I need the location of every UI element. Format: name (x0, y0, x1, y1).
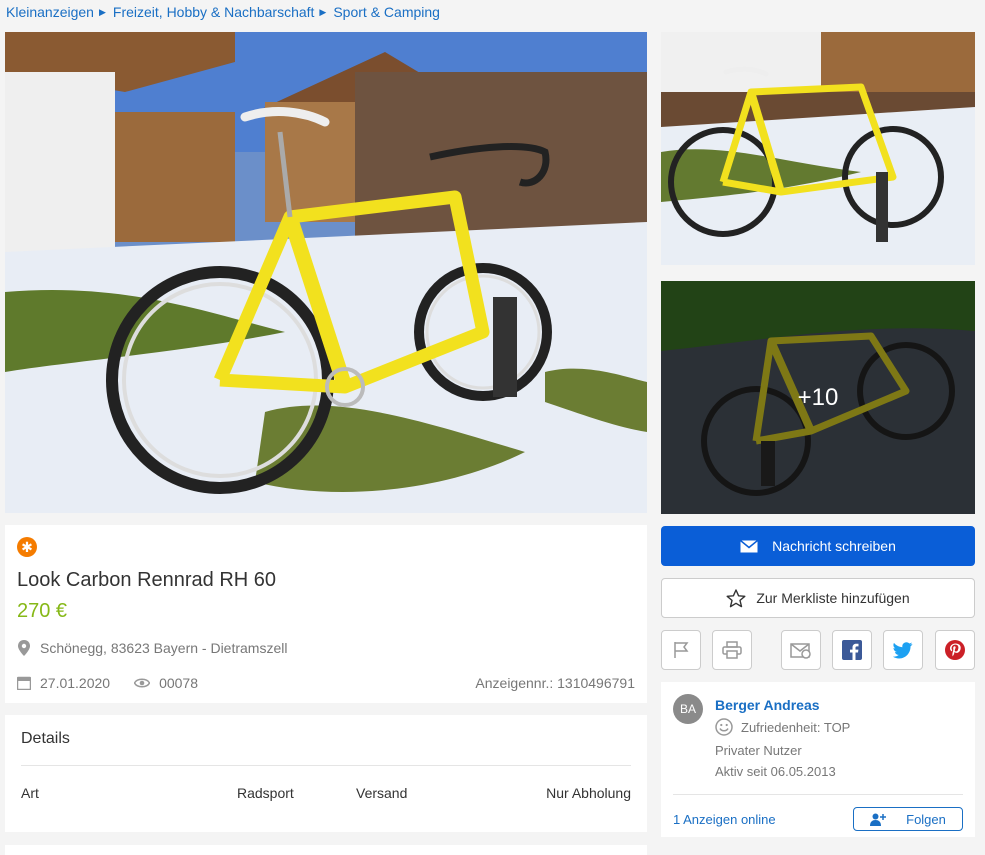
seller-type: Privater Nutzer (715, 743, 802, 758)
add-to-watchlist-label: Zur Merkliste hinzufügen (756, 590, 910, 606)
chevron-right-icon: ▶ (98, 6, 106, 17)
details-heading: Details (21, 730, 70, 747)
twitter-icon (893, 641, 913, 658)
details-card: Details Art Radsport Versand Nur Abholun… (5, 715, 647, 832)
calendar-icon (17, 676, 31, 690)
smiley-icon (715, 718, 733, 736)
main-photo[interactable] (5, 32, 647, 513)
send-message-label: Nachricht schreiben (772, 538, 896, 554)
location-text: Schönegg, 83623 Bayern - Dietramszell (40, 640, 288, 656)
star-icon (726, 588, 746, 607)
seller-ads-link[interactable]: 1 Anzeigen online (673, 812, 776, 827)
seller-name-link[interactable]: Berger Andreas (715, 697, 820, 713)
detail-value-art: Radsport (237, 785, 294, 801)
facebook-icon (842, 640, 862, 660)
share-twitter-button[interactable] (883, 630, 923, 670)
seller-rating-text: Zufriedenheit: TOP (741, 719, 851, 735)
listing-views: 00078 (159, 675, 199, 691)
listing-ad-id: Anzeigennr.: 1310496791 (475, 675, 635, 691)
gallery-thumbnail[interactable] (661, 32, 975, 265)
gallery-thumbnail-more[interactable]: +10 (661, 281, 975, 514)
listing-date: 27.01.2020 (40, 675, 111, 691)
seller-rating: Zufriedenheit: TOP (715, 718, 850, 736)
breadcrumb-item-freizeit[interactable]: Freizeit, Hobby & Nachbarschaft (113, 4, 315, 20)
seller-card: BA Berger Andreas Zufriedenheit: TOP Pri… (661, 682, 975, 837)
listing-card: ✱ Look Carbon Rennrad RH 60 270 € Schöne… (5, 525, 647, 703)
breadcrumb: Kleinanzeigen ▶ Freizeit, Hobby & Nachba… (6, 4, 440, 20)
add-user-icon (870, 813, 887, 826)
envelope-icon (740, 539, 759, 552)
top-ad-icon: ✱ (17, 537, 37, 557)
add-to-watchlist-button[interactable]: Zur Merkliste hinzufügen (661, 578, 975, 618)
avatar[interactable]: BA (673, 694, 703, 724)
pinterest-icon (945, 640, 965, 660)
follow-button[interactable]: Folgen (853, 807, 963, 831)
share-pinterest-button[interactable] (935, 630, 975, 670)
share-email-button[interactable] (781, 630, 821, 670)
eye-icon (134, 678, 151, 688)
seller-active-since: Aktiv seit 06.05.2013 (715, 764, 836, 779)
listing-title: Look Carbon Rennrad RH 60 (17, 569, 277, 591)
share-facebook-button[interactable] (832, 630, 872, 670)
detail-label-versand: Versand (356, 785, 408, 801)
listing-meta: 27.01.2020 00078 Anzeigennr.: 1310496791 (17, 675, 635, 691)
report-button[interactable] (661, 630, 701, 670)
breadcrumb-item-kleinanzeigen[interactable]: Kleinanzeigen (6, 4, 94, 20)
send-message-button[interactable]: Nachricht schreiben (661, 526, 975, 566)
detail-label-art: Art (21, 785, 39, 801)
listing-location: Schönegg, 83623 Bayern - Dietramszell (17, 640, 287, 656)
divider (21, 765, 631, 766)
detail-value-versand: Nur Abholung (546, 785, 631, 801)
email-share-icon (790, 643, 811, 659)
breadcrumb-item-sport-camping[interactable]: Sport & Camping (333, 4, 440, 20)
print-button[interactable] (712, 630, 752, 670)
divider (673, 794, 963, 795)
print-icon (722, 641, 742, 659)
location-pin-icon (18, 640, 30, 656)
follow-label: Folgen (906, 811, 946, 827)
chevron-right-icon: ▶ (319, 6, 327, 17)
description-card (5, 845, 647, 855)
flag-icon (674, 642, 689, 658)
listing-price: 270 € (17, 600, 68, 622)
more-photos-count[interactable]: +10 (661, 281, 975, 514)
